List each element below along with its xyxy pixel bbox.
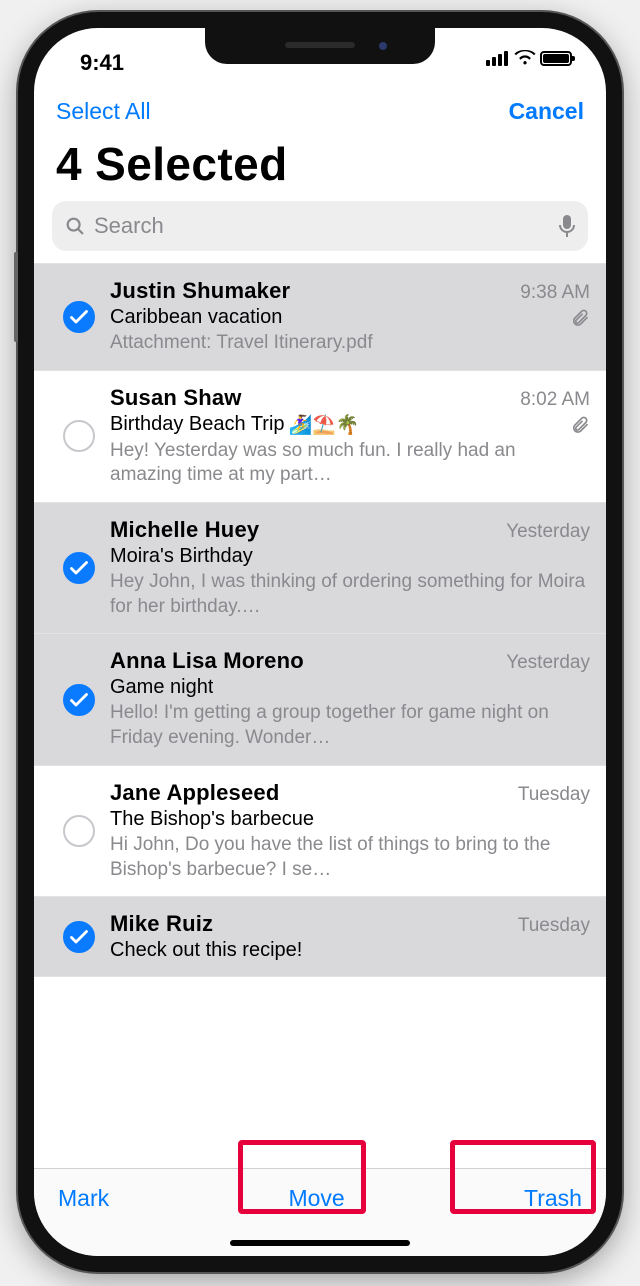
emoji: 🏄‍♀️⛱️🌴 [289, 413, 360, 437]
email-row[interactable]: Jane AppleseedTuesday The Bishop's barbec… [34, 766, 606, 897]
email-time: 9:38 AM [512, 282, 590, 304]
select-checkbox[interactable] [63, 684, 95, 716]
email-time: Tuesday [510, 915, 590, 937]
attachment-icon [562, 414, 590, 436]
email-subject: Caribbean vacation [110, 306, 282, 329]
select-all-button[interactable]: Select All [56, 98, 151, 125]
email-time: 8:02 AM [512, 389, 590, 411]
trash-button[interactable]: Trash [524, 1185, 582, 1212]
email-list[interactable]: Justin Shumaker9:38 AM Caribbean vacation… [34, 263, 606, 1168]
select-checkbox[interactable] [63, 552, 95, 584]
nav-bar: Select All Cancel [34, 90, 606, 129]
phone-frame: 9:41 Select All Cancel 4 Selected [18, 12, 622, 1272]
email-sender: Mike Ruiz [110, 911, 510, 937]
mark-button[interactable]: Mark [58, 1185, 109, 1212]
email-time: Yesterday [498, 652, 590, 674]
email-sender: Susan Shaw [110, 385, 512, 411]
email-preview: Hello! I'm getting a group together for … [110, 701, 590, 750]
email-preview: Hi John, Do you have the list of things … [110, 833, 590, 882]
email-subject: Game night [110, 676, 213, 699]
notch [205, 28, 435, 64]
select-checkbox[interactable] [63, 420, 95, 452]
search-bar[interactable] [52, 201, 588, 251]
status-time: 9:41 [80, 50, 124, 76]
email-row[interactable]: Susan Shaw8:02 AM Birthday Beach Trip🏄‍♀️… [34, 371, 606, 503]
cellular-icon [486, 50, 508, 66]
attachment-icon [562, 307, 590, 329]
page-title: 4 Selected [34, 129, 606, 201]
cancel-button[interactable]: Cancel [509, 98, 584, 125]
select-checkbox[interactable] [63, 815, 95, 847]
email-sender: Anna Lisa Moreno [110, 648, 498, 674]
email-subject: Moira's Birthday [110, 545, 253, 568]
home-indicator [230, 1240, 410, 1246]
move-button[interactable]: Move [288, 1185, 344, 1212]
email-row[interactable]: Mike RuizTuesday Check out this recipe! [34, 897, 606, 977]
email-subject: Birthday Beach Trip [110, 413, 285, 436]
email-preview: Hey John, I was thinking of ordering som… [110, 570, 590, 619]
screen: 9:41 Select All Cancel 4 Selected [34, 28, 606, 1256]
search-icon [64, 215, 86, 237]
email-preview: Hey! Yesterday was so much fun. I really… [110, 439, 590, 488]
email-subject: Check out this recipe! [110, 939, 302, 962]
select-checkbox[interactable] [63, 921, 95, 953]
select-checkbox[interactable] [63, 301, 95, 333]
email-row[interactable]: Justin Shumaker9:38 AM Caribbean vacation… [34, 264, 606, 371]
email-subject: The Bishop's barbecue [110, 808, 314, 831]
email-time: Yesterday [498, 521, 590, 543]
wifi-icon [514, 50, 534, 66]
status-icons [486, 50, 572, 66]
email-sender: Jane Appleseed [110, 780, 510, 806]
email-sender: Michelle Huey [110, 517, 498, 543]
mic-icon[interactable] [558, 214, 576, 238]
email-row[interactable]: Anna Lisa MorenoYesterday Game nightHello… [34, 634, 606, 765]
battery-icon [540, 51, 572, 66]
toolbar: Mark Move Trash [34, 1168, 606, 1256]
email-row[interactable]: Michelle HueyYesterday Moira's BirthdayHe… [34, 503, 606, 634]
email-time: Tuesday [510, 784, 590, 806]
email-sender: Justin Shumaker [110, 278, 512, 304]
email-preview: Attachment: Travel Itinerary.pdf [110, 331, 590, 356]
search-input[interactable] [94, 213, 550, 239]
